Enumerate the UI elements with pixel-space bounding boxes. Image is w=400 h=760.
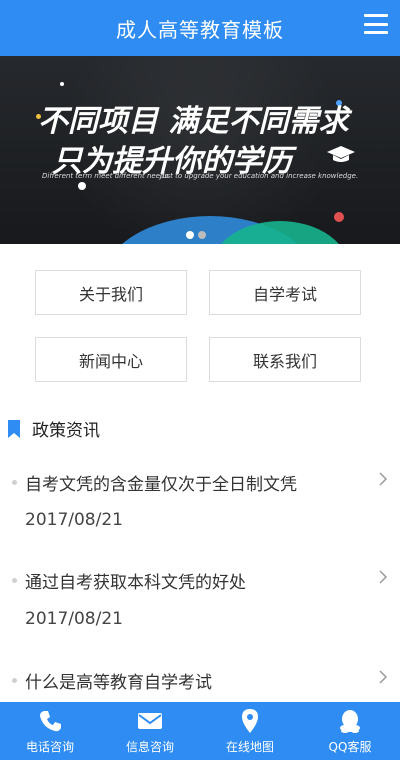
list-item[interactable]: 自考文凭的含金量仅次于全日制文凭 2017/08/21 — [0, 460, 400, 550]
tab-label: QQ客服 — [328, 740, 372, 754]
section-header: 政策资讯 — [8, 416, 100, 441]
qq-penguin-icon — [340, 710, 360, 733]
hamburger-menu-icon[interactable] — [364, 14, 388, 34]
menu-line — [364, 31, 388, 34]
nav-about-us[interactable]: 关于我们 — [35, 270, 187, 315]
news-headline[interactable]: 自考文凭的含金量仅次于全日制文凭 — [25, 470, 297, 495]
pagination-dot[interactable] — [186, 231, 194, 239]
banner-subtitle-left: Different term meet different needs. — [42, 172, 171, 180]
nav-news-center[interactable]: 新闻中心 — [35, 337, 187, 382]
nav-self-study-exam[interactable]: 自学考试 — [209, 270, 361, 315]
bullet-dot — [12, 480, 17, 485]
bottom-tab-bar: 电话咨询 信息咨询 在线地图 QQ客服 — [0, 702, 400, 760]
menu-line — [364, 22, 388, 26]
hero-banner[interactable]: 不同项目 满足不同需求 只为提升你的学历 Different term meet… — [0, 56, 400, 244]
graduation-cap-icon — [327, 146, 355, 162]
tab-phone-consult[interactable]: 电话咨询 — [0, 702, 100, 760]
map-pin-icon — [242, 709, 258, 733]
mail-icon — [138, 713, 162, 729]
banner-headline-line1: 不同项目 满足不同需求 — [38, 104, 349, 139]
list-item[interactable]: 什么是高等教育自学考试 — [0, 660, 400, 702]
tab-label: 在线地图 — [225, 740, 274, 754]
bullet-dot — [12, 578, 17, 583]
news-date: 2017/08/21 — [25, 609, 123, 629]
bullet-dot — [12, 678, 17, 683]
bookmark-icon — [8, 419, 20, 438]
tab-label: 电话咨询 — [25, 740, 74, 754]
top-header: 成人高等教育模板 — [0, 0, 400, 56]
tab-message-consult[interactable]: 信息咨询 — [100, 702, 200, 760]
pagination-dot[interactable] — [198, 231, 206, 239]
nav-contact-us[interactable]: 联系我们 — [209, 337, 361, 382]
news-date: 2017/08/21 — [25, 510, 123, 530]
tab-online-map[interactable]: 在线地图 — [200, 702, 300, 760]
banner-pagination — [186, 231, 206, 239]
tab-qq-service[interactable]: QQ客服 — [300, 702, 400, 760]
banner-decor-dot — [60, 82, 64, 86]
chevron-right-icon — [379, 472, 388, 486]
menu-line — [364, 14, 388, 17]
banner-decor-dot — [78, 182, 86, 190]
chevron-right-icon — [379, 670, 388, 684]
section-title: 政策资讯 — [32, 421, 100, 441]
page-title: 成人高等教育模板 — [116, 17, 284, 42]
chevron-right-icon — [379, 570, 388, 584]
news-headline[interactable]: 什么是高等教育自学考试 — [25, 668, 212, 693]
list-item[interactable]: 通过自考获取本科文凭的好处 2017/08/21 — [0, 560, 400, 650]
news-headline[interactable]: 通过自考获取本科文凭的好处 — [25, 568, 246, 593]
phone-icon — [40, 711, 61, 732]
banner-decor-dot — [334, 212, 344, 222]
banner-subtitle-right: Just to upgrade your education and incre… — [160, 172, 359, 180]
tab-label: 信息咨询 — [125, 740, 174, 754]
